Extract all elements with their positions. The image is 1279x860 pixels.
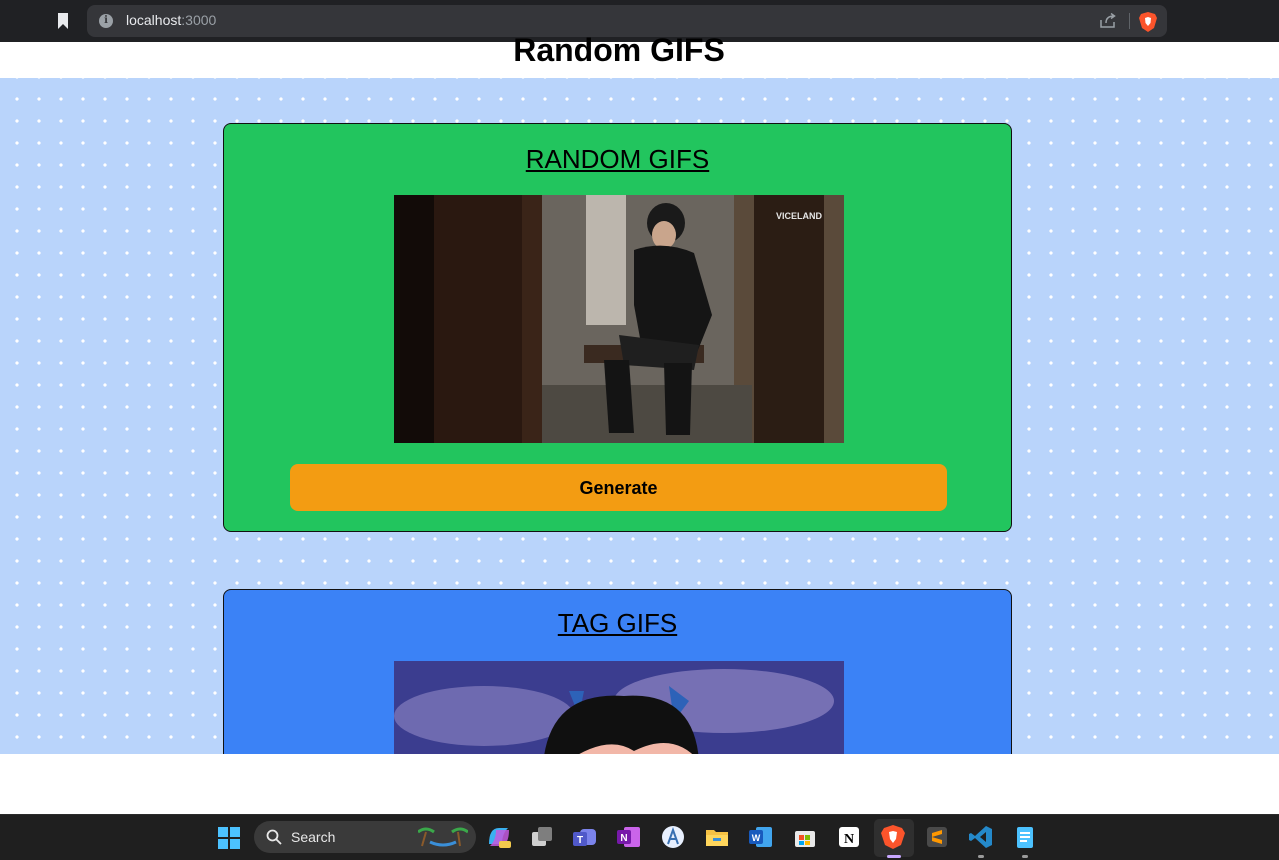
notepad-icon[interactable] bbox=[1012, 824, 1038, 850]
random-gifs-heading: RANDOM GIFS bbox=[525, 144, 710, 174]
gif-watermark: VICELAND bbox=[776, 211, 823, 221]
teams-icon[interactable]: T bbox=[572, 824, 598, 850]
random-gif-scene: VICELAND bbox=[394, 195, 844, 443]
vscode-icon[interactable] bbox=[968, 824, 994, 850]
windows-taskbar: Search T N W N bbox=[0, 814, 1279, 860]
android-studio-icon[interactable] bbox=[660, 824, 686, 850]
site-info-icon[interactable]: i bbox=[99, 14, 113, 28]
active-app-indicator bbox=[887, 855, 901, 858]
address-bar-divider bbox=[1129, 13, 1130, 29]
task-view-icon[interactable] bbox=[529, 824, 555, 850]
random-gif-image: VICELAND bbox=[394, 195, 844, 443]
search-highlight-icon bbox=[418, 827, 468, 847]
copilot-icon[interactable] bbox=[486, 824, 512, 850]
notion-icon[interactable]: N bbox=[836, 824, 862, 850]
url-text: localhost:3000 bbox=[126, 12, 216, 28]
search-label: Search bbox=[291, 829, 336, 845]
share-icon[interactable] bbox=[1099, 13, 1117, 29]
brave-shield-icon[interactable] bbox=[1139, 12, 1157, 32]
random-gifs-card: RANDOM GIFS VICELAND Generate bbox=[223, 123, 1012, 532]
tag-gifs-heading: TAG GIFS bbox=[557, 608, 678, 638]
svg-text:W: W bbox=[752, 833, 761, 843]
sublime-text-icon[interactable] bbox=[924, 824, 950, 850]
word-icon[interactable]: W bbox=[748, 824, 774, 850]
svg-text:N: N bbox=[620, 833, 627, 844]
vscode-running-indicator bbox=[978, 855, 984, 858]
svg-text:T: T bbox=[577, 835, 583, 846]
page-bottom-area bbox=[0, 754, 1279, 814]
generate-button[interactable]: Generate bbox=[290, 464, 947, 511]
file-explorer-icon[interactable] bbox=[704, 824, 730, 850]
search-icon bbox=[266, 829, 282, 845]
page-title: Random GIFS bbox=[513, 32, 725, 68]
bookmark-icon[interactable] bbox=[57, 13, 69, 29]
url-host: localhost bbox=[126, 12, 182, 28]
svg-text:N: N bbox=[844, 832, 854, 847]
taskbar-search[interactable]: Search bbox=[254, 821, 476, 853]
brave-browser-icon[interactable] bbox=[880, 824, 906, 850]
notepad-running-indicator bbox=[1022, 855, 1028, 858]
url-port: :3000 bbox=[181, 12, 217, 28]
windows-start-icon[interactable] bbox=[218, 827, 240, 849]
onenote-icon[interactable]: N bbox=[616, 824, 642, 850]
store-icon[interactable] bbox=[792, 824, 818, 850]
